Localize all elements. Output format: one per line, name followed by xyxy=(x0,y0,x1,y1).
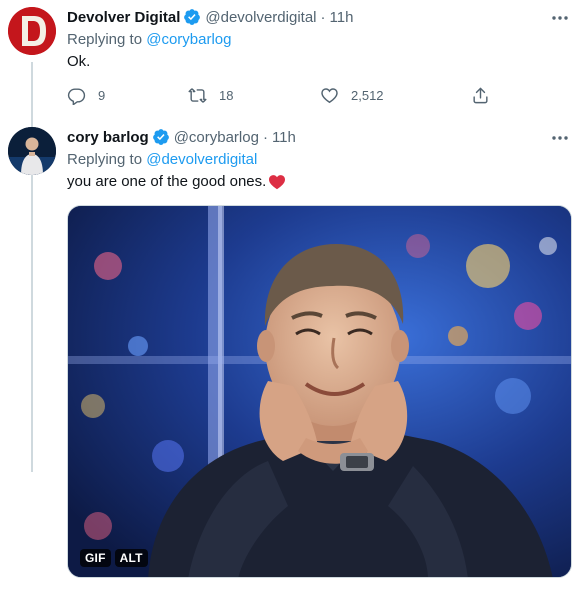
separator-dot: · xyxy=(320,8,326,26)
reply-count: 9 xyxy=(98,87,106,103)
like-button[interactable]: 2,512 xyxy=(320,84,384,106)
share-icon xyxy=(473,87,488,103)
tweet-text-content: you are one of the good ones. xyxy=(67,173,267,190)
tweet-actions: 9 18 2,512 xyxy=(67,84,507,106)
timestamp[interactable]: 11h xyxy=(272,129,296,146)
reply-button[interactable]: 9 xyxy=(67,84,105,106)
replying-label: Replying to xyxy=(67,151,143,168)
handle[interactable]: @devolverdigital xyxy=(205,9,316,26)
tweet-text-content: Ok. xyxy=(67,53,91,70)
tweet-text: you are one of the good ones. xyxy=(67,173,286,190)
tweet-cory[interactable]: cory barlog @corybarlog · 11h Replying t… xyxy=(0,118,583,590)
timestamp[interactable]: 11h xyxy=(330,9,354,26)
cory-avatar-photo xyxy=(8,127,56,175)
tweet-header: Devolver Digital @devolverdigital · 11h xyxy=(67,7,353,27)
gif-media[interactable]: GIF ALT xyxy=(67,205,572,578)
more-icon[interactable] xyxy=(549,8,571,28)
avatar-devolver[interactable] xyxy=(8,7,56,55)
like-count: 2,512 xyxy=(351,87,384,103)
avatar-cory[interactable] xyxy=(8,127,56,175)
retweet-button[interactable]: 18 xyxy=(188,84,233,106)
replying-to: Replying to @devolverdigital xyxy=(67,151,257,168)
mention-link[interactable]: @devolverdigital xyxy=(146,151,257,168)
alt-badge[interactable]: ALT xyxy=(114,549,148,567)
mention-link[interactable]: @corybarlog xyxy=(146,31,231,48)
verified-icon xyxy=(152,129,169,145)
tweet-devolver[interactable]: Devolver Digital @devolverdigital · 11h … xyxy=(0,0,583,472)
verified-icon xyxy=(184,9,201,25)
reply-icon xyxy=(67,87,86,105)
retweet-icon xyxy=(188,87,207,103)
separator-dot: · xyxy=(262,128,268,146)
display-name[interactable]: cory barlog xyxy=(67,129,149,146)
devolver-logo xyxy=(8,7,56,55)
handle[interactable]: @corybarlog xyxy=(174,129,259,146)
gif-image xyxy=(68,206,571,577)
replying-to: Replying to @corybarlog xyxy=(67,31,231,48)
like-icon xyxy=(321,87,338,103)
tweet-text: Ok. xyxy=(67,53,90,70)
display-name[interactable]: Devolver Digital xyxy=(67,9,180,26)
tweet-header: cory barlog @corybarlog · 11h xyxy=(67,127,296,147)
share-button[interactable] xyxy=(471,84,490,106)
retweet-count: 18 xyxy=(219,87,234,103)
more-icon[interactable] xyxy=(549,128,571,148)
heart-emoji xyxy=(269,174,286,189)
replying-label: Replying to xyxy=(67,31,143,48)
media-badges: GIF ALT xyxy=(80,549,148,567)
gif-badge: GIF xyxy=(80,549,111,567)
